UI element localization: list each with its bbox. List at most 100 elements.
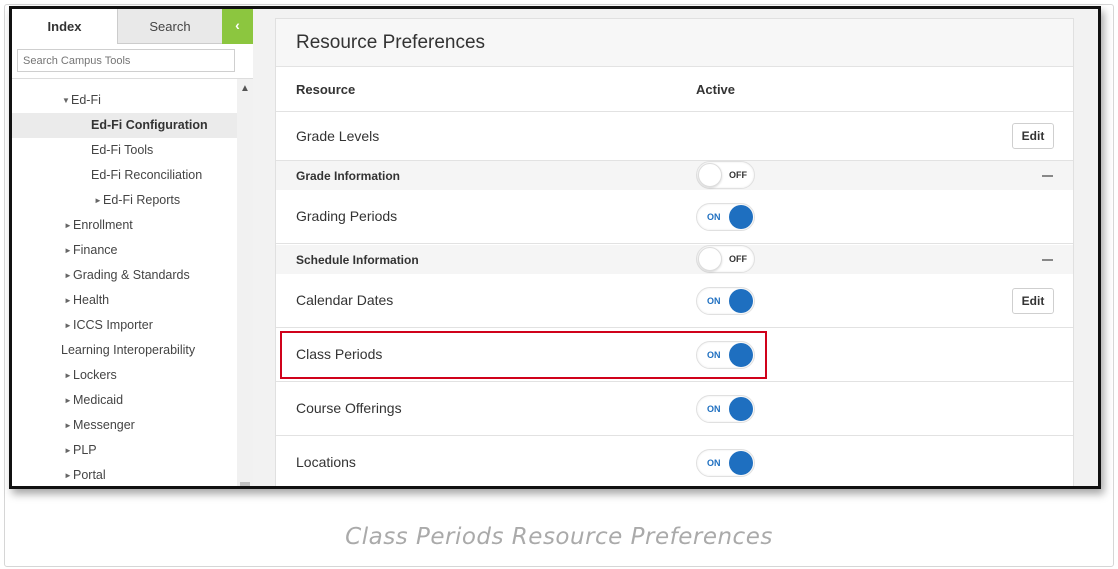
active-toggle[interactable]: OFF xyxy=(696,161,755,189)
caret-right-icon: ► xyxy=(64,396,72,405)
toggle-state-label: ON xyxy=(707,404,721,414)
table-row: Grade Levels Edit xyxy=(276,112,1073,161)
sidebar-item-learning-interoperability[interactable]: Learning Interoperability xyxy=(12,338,237,363)
sidebar-item-label: Medicaid xyxy=(73,393,124,407)
sidebar-item-finance[interactable]: ►Finance xyxy=(12,238,237,263)
sidebar-item-ed-fi-reports[interactable]: ►Ed-Fi Reports xyxy=(12,188,237,213)
sidebar-item-grading-standards[interactable]: ►Grading & Standards xyxy=(12,263,237,288)
toggle-knob xyxy=(729,397,753,421)
sidebar-item-health[interactable]: ►Health xyxy=(12,288,237,313)
caret-right-icon: ► xyxy=(64,421,72,430)
tab-index[interactable]: Index xyxy=(12,9,117,44)
toggle-state-label: ON xyxy=(707,212,721,222)
active-toggle[interactable]: OFF xyxy=(696,245,755,273)
app-window: Index Search ‹ ▼Ed-Fi Ed-Fi Configuratio… xyxy=(9,6,1101,489)
sidebar-item-label: Lockers xyxy=(73,368,117,382)
figure-caption: Class Periods Resource Preferences xyxy=(345,524,773,550)
table-row: Calendar Dates ON Edit xyxy=(276,274,1073,328)
sidebar-item-ed-fi-configuration[interactable]: Ed-Fi Configuration xyxy=(12,113,237,138)
main-content: Resource Preferences Resource Active Gra… xyxy=(253,9,1098,486)
table-row: Course Offerings ON xyxy=(276,382,1073,436)
table-row: Locations ON xyxy=(276,436,1073,486)
sidebar-item-label: Ed-Fi Tools xyxy=(91,143,154,157)
caret-down-icon: ▼ xyxy=(62,96,70,105)
group-label: Grade Information xyxy=(296,169,401,183)
active-toggle[interactable]: ON xyxy=(696,203,755,231)
sidebar-item-label: Learning Interoperability xyxy=(61,343,196,357)
toggle-knob xyxy=(729,205,753,229)
active-toggle[interactable]: ON xyxy=(696,449,755,477)
sidebar-item-lockers[interactable]: ►Lockers xyxy=(12,363,237,388)
sidebar-item-label: Ed-Fi xyxy=(71,93,101,107)
sidebar-item-label: Ed-Fi Reconciliation xyxy=(91,168,203,182)
highlight-box xyxy=(280,331,767,379)
sidebar-item-portal[interactable]: ►Portal xyxy=(12,463,237,486)
page-title: Resource Preferences xyxy=(296,32,486,53)
group-row: Grade Information OFF xyxy=(276,161,1073,190)
toggle-knob xyxy=(698,247,722,271)
resource-label: Grade Levels xyxy=(296,128,380,144)
sidebar-item-label: Ed-Fi Reports xyxy=(103,193,181,207)
sidebar-item-label: Grading & Standards xyxy=(73,268,190,282)
scroll-thumb[interactable] xyxy=(240,482,250,486)
caret-right-icon: ► xyxy=(64,371,72,380)
panel-header: Resource Preferences xyxy=(276,19,1073,67)
column-header-resource: Resource xyxy=(296,82,356,97)
resource-label: Course Offerings xyxy=(296,400,402,416)
toggle-knob xyxy=(729,451,753,475)
tab-search[interactable]: Search xyxy=(117,9,222,44)
caret-right-icon: ► xyxy=(64,471,72,480)
table-row: Grading Periods ON xyxy=(276,190,1073,244)
toggle-knob xyxy=(729,289,753,313)
toggle-state-label: ON xyxy=(707,458,721,468)
scroll-up-arrow-icon[interactable]: ▲ xyxy=(237,83,253,94)
caret-right-icon: ► xyxy=(64,246,72,255)
caret-right-icon: ► xyxy=(64,296,72,305)
sidebar-item-iccs-importer[interactable]: ►ICCS Importer xyxy=(12,313,237,338)
sidebar-item-plp[interactable]: ►PLP xyxy=(12,438,237,463)
sidebar-item-label: Enrollment xyxy=(73,218,133,232)
sidebar: Index Search ‹ ▼Ed-Fi Ed-Fi Configuratio… xyxy=(12,9,253,486)
toggle-knob xyxy=(698,163,722,187)
edit-button[interactable]: Edit xyxy=(1012,288,1054,314)
tool-tree: ▼Ed-Fi Ed-Fi Configuration Ed-Fi Tools E… xyxy=(12,79,237,486)
sidebar-scrollbar[interactable]: ▲ xyxy=(237,79,253,486)
sidebar-item-label: Finance xyxy=(73,243,118,257)
sidebar-item-label: Messenger xyxy=(73,418,135,432)
sidebar-item-label: PLP xyxy=(73,443,97,457)
toggle-state-label: ON xyxy=(707,296,721,306)
collapse-minus-icon[interactable] xyxy=(1042,175,1053,177)
resource-label: Calendar Dates xyxy=(296,292,394,308)
active-toggle[interactable]: ON xyxy=(696,395,755,423)
sidebar-item-label: Portal xyxy=(73,468,106,482)
sidebar-item-medicaid[interactable]: ►Medicaid xyxy=(12,388,237,413)
sidebar-item-messenger[interactable]: ►Messenger xyxy=(12,413,237,438)
toggle-state-label: OFF xyxy=(729,254,747,264)
active-toggle[interactable]: ON xyxy=(696,287,755,315)
search-input[interactable] xyxy=(17,49,235,72)
collapse-sidebar-button[interactable]: ‹ xyxy=(222,9,253,44)
sidebar-item-label: ICCS Importer xyxy=(73,318,153,332)
table-header-row: Resource Active xyxy=(276,67,1073,112)
column-header-active: Active xyxy=(696,82,736,97)
sidebar-item-label: Ed-Fi Configuration xyxy=(91,118,208,132)
sidebar-item-label: Health xyxy=(73,293,110,307)
sidebar-item-ed-fi[interactable]: ▼Ed-Fi xyxy=(12,88,237,113)
chevron-left-icon: ‹ xyxy=(235,17,240,33)
resource-label: Grading Periods xyxy=(296,208,398,224)
sidebar-item-ed-fi-reconciliation[interactable]: Ed-Fi Reconciliation xyxy=(12,163,237,188)
resource-label: Locations xyxy=(296,454,356,470)
edit-button[interactable]: Edit xyxy=(1012,123,1054,149)
group-label: Schedule Information xyxy=(296,253,419,267)
caret-right-icon: ► xyxy=(64,221,72,230)
sidebar-tabs: Index Search ‹ xyxy=(12,9,253,44)
toggle-state-label: OFF xyxy=(729,170,747,180)
caret-right-icon: ► xyxy=(64,321,72,330)
sidebar-item-enrollment[interactable]: ►Enrollment xyxy=(12,213,237,238)
sidebar-item-ed-fi-tools[interactable]: Ed-Fi Tools xyxy=(12,138,237,163)
caret-right-icon: ► xyxy=(94,196,102,205)
collapse-minus-icon[interactable] xyxy=(1042,259,1053,261)
caret-right-icon: ► xyxy=(64,271,72,280)
group-row: Schedule Information OFF xyxy=(276,245,1073,274)
caret-right-icon: ► xyxy=(64,446,72,455)
